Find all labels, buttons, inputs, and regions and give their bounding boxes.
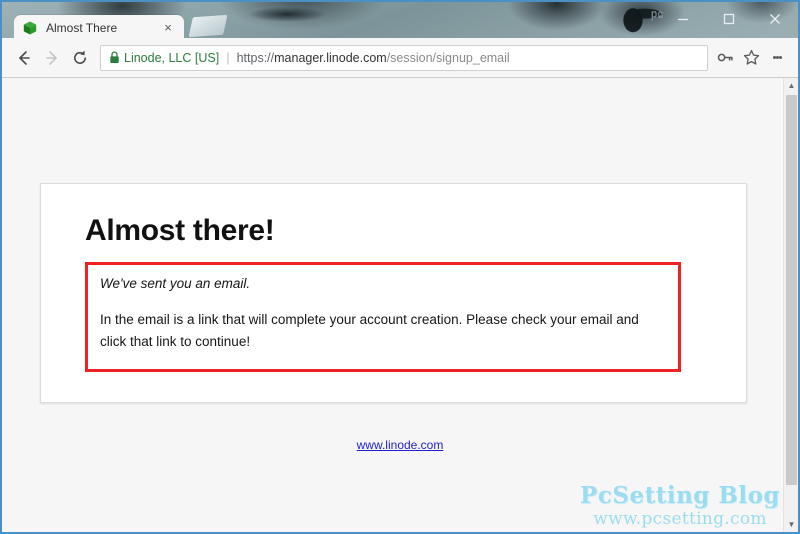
minimize-button[interactable]	[660, 2, 706, 36]
blog-watermark: PcSetting Blog www.pcsetting.com	[580, 484, 780, 528]
url-path: /session/signup_email	[386, 50, 510, 65]
vertical-scrollbar[interactable]: ▲ ▼	[783, 78, 798, 532]
theme-artwork-bat	[227, 4, 347, 30]
url-origin: manager.linode.com	[274, 50, 387, 65]
reload-button[interactable]	[66, 44, 94, 72]
star-icon[interactable]	[738, 45, 764, 71]
url-text: https://manager.linode.com/session/signu…	[237, 51, 510, 65]
watermark-title: PcSetting Blog	[580, 482, 780, 509]
address-bar-separator: |	[226, 50, 230, 65]
content-card: Almost there! We've sent you an email. I…	[40, 183, 747, 403]
three-dots-menu-icon[interactable]	[764, 44, 790, 72]
scroll-down-arrow-icon[interactable]: ▼	[784, 517, 798, 532]
forward-button[interactable]	[38, 44, 66, 72]
window-controls	[660, 2, 798, 36]
browser-title-bar: pc Almost There ×	[2, 2, 798, 38]
theme-artwork-card	[188, 14, 228, 38]
close-window-button[interactable]	[752, 2, 798, 36]
maximize-button[interactable]	[706, 2, 752, 36]
menu-dot	[778, 56, 782, 59]
confirmation-alert-box: We've sent you an email. In the email is…	[85, 262, 681, 372]
page-viewport: Almost there! We've sent you an email. I…	[2, 78, 798, 532]
watermark-subtitle: www.pcsetting.com	[593, 509, 767, 529]
footer-link-row: www.linode.com	[2, 436, 798, 454]
url-scheme: https://	[236, 50, 275, 65]
close-icon[interactable]: ×	[160, 20, 176, 36]
browser-window: pc Almost There × Linode, LLC [US] | htt…	[0, 0, 800, 534]
tab-title: Almost There	[46, 20, 118, 35]
browser-tab[interactable]: Almost There ×	[14, 15, 184, 38]
address-bar[interactable]: Linode, LLC [US] | https://manager.linod…	[100, 44, 708, 71]
alert-body-text: In the email is a link that will complet…	[100, 312, 639, 349]
back-button[interactable]	[10, 44, 38, 72]
linode-home-link[interactable]: www.linode.com	[357, 438, 444, 452]
site-identity-label: Linode, LLC [US]	[124, 50, 220, 65]
content-card-inner: Almost there! We've sent you an email. I…	[41, 184, 746, 372]
browser-toolbar: Linode, LLC [US] | https://manager.linod…	[2, 38, 798, 78]
page-title: Almost there!	[85, 214, 275, 247]
lock-icon	[107, 51, 121, 64]
scroll-up-arrow-icon[interactable]: ▲	[784, 78, 798, 93]
linode-cube-icon	[22, 20, 38, 36]
key-icon[interactable]	[712, 45, 738, 71]
alert-lead-text: We've sent you an email.	[100, 276, 251, 291]
scrollbar-thumb[interactable]	[786, 95, 797, 485]
